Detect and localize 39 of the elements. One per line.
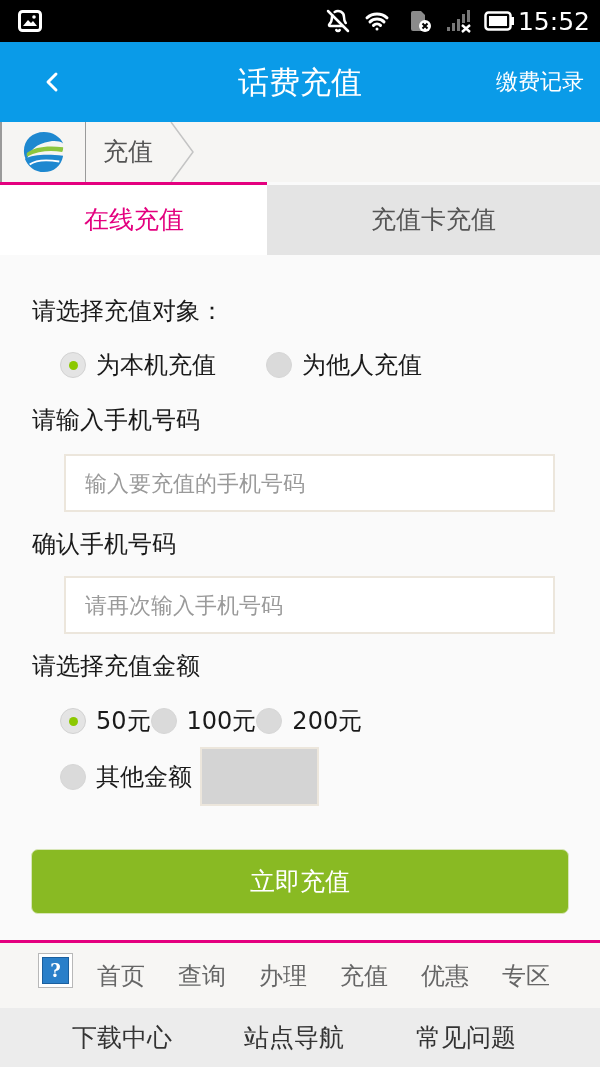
radio-label[interactable]: 50元 bbox=[96, 705, 151, 737]
radio-button[interactable] bbox=[150, 708, 177, 734]
tab[interactable]: 充值卡充值 bbox=[267, 182, 600, 255]
clock-time: 15:52 bbox=[517, 8, 590, 34]
page-title: 话费充值 bbox=[238, 63, 362, 102]
tab[interactable]: 在线充值 bbox=[0, 182, 267, 255]
help-icon: ? bbox=[38, 953, 73, 988]
footer-link[interactable]: 站点导航 bbox=[244, 1021, 344, 1054]
battery-icon bbox=[483, 11, 514, 31]
signal-bars-x-icon bbox=[445, 9, 472, 33]
muted-bell-icon bbox=[325, 9, 350, 33]
radio-button[interactable] bbox=[60, 352, 86, 378]
radio-button[interactable] bbox=[256, 708, 283, 734]
chevron-separator-icon bbox=[169, 122, 195, 182]
radio-label[interactable]: 其他金额 bbox=[96, 760, 192, 793]
phone-input[interactable]: 输入要充值的手机号码 bbox=[64, 454, 555, 512]
radio-label[interactable]: 为他人充值 bbox=[302, 349, 422, 381]
radio-button[interactable] bbox=[266, 352, 292, 378]
radio-label[interactable]: 为本机充值 bbox=[96, 349, 216, 381]
footer-nav-link[interactable]: 专区 bbox=[502, 959, 550, 992]
confirm-phone-input[interactable]: 请再次输入手机号码 bbox=[64, 576, 555, 634]
field-label: 请选择充值金额 bbox=[32, 651, 201, 682]
field-label: 请输入手机号码 bbox=[32, 405, 201, 436]
image-icon bbox=[18, 10, 42, 32]
field-label: 请选择充值对象： bbox=[32, 296, 225, 327]
footer-link[interactable]: 常见问题 bbox=[416, 1021, 516, 1054]
footer-nav-link[interactable]: 办理 bbox=[259, 959, 307, 992]
footer-nav-link[interactable]: 查询 bbox=[178, 959, 226, 992]
radio-label[interactable]: 100元 bbox=[186, 705, 257, 737]
field-label: 确认手机号码 bbox=[32, 529, 177, 560]
radio-button[interactable] bbox=[60, 708, 86, 734]
footer-link[interactable]: 下载中心 bbox=[72, 1021, 172, 1054]
breadcrumb-item[interactable]: 充值 bbox=[86, 122, 169, 182]
amount-input[interactable] bbox=[200, 747, 319, 806]
footer-nav-link[interactable]: 优惠 bbox=[421, 959, 469, 992]
radio-button[interactable] bbox=[60, 763, 86, 790]
radio-label[interactable]: 200元 bbox=[292, 705, 363, 737]
footer-nav-link[interactable]: 充值 bbox=[340, 959, 388, 992]
footer-nav-link[interactable]: 首页 bbox=[97, 959, 145, 992]
